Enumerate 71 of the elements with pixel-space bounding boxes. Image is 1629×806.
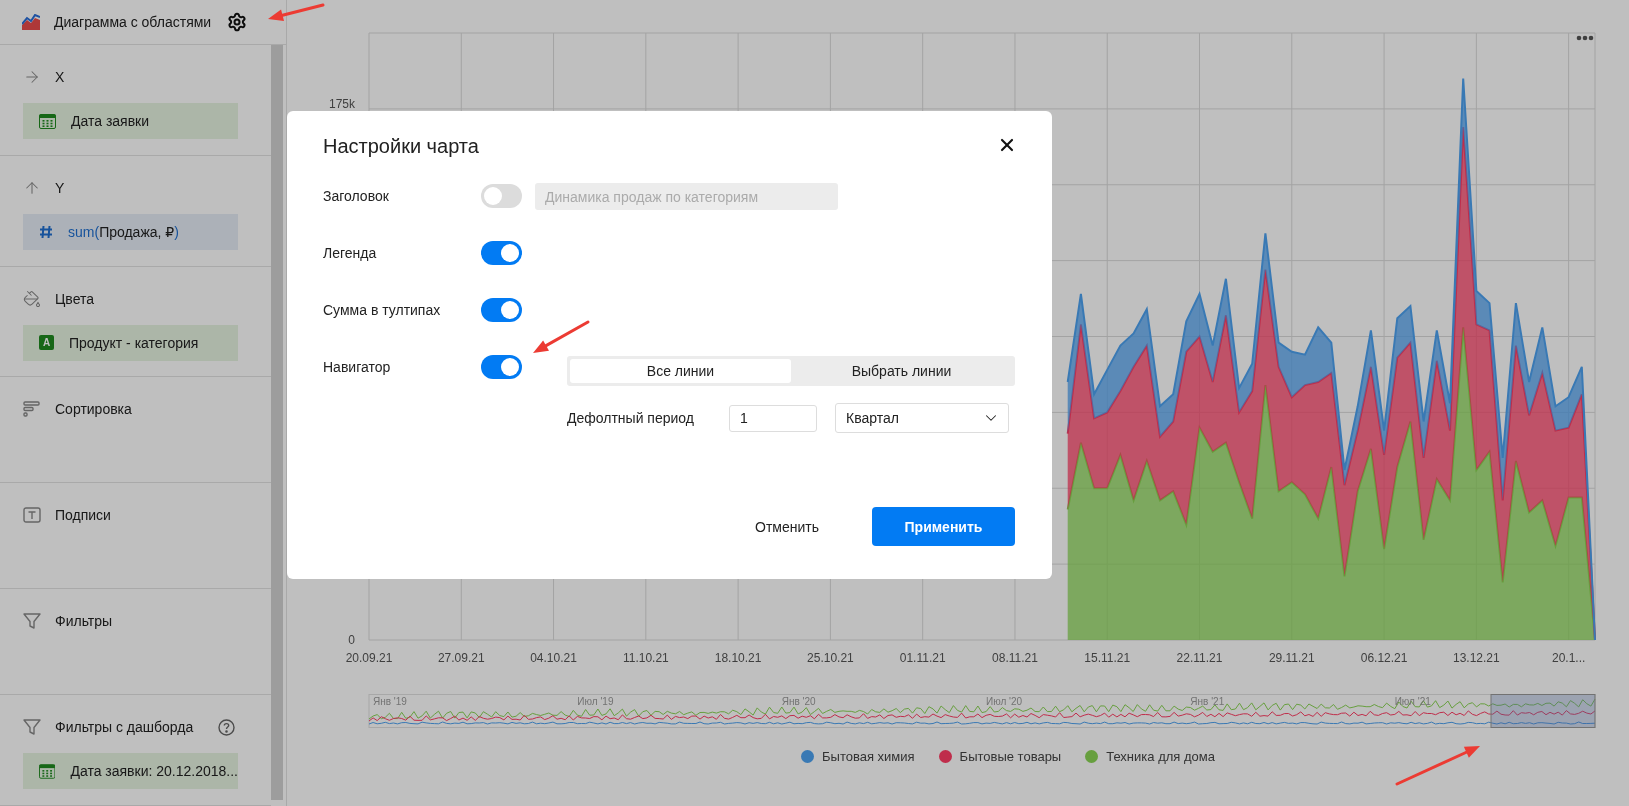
toggle-switch[interactable] [481,298,522,322]
toggle-switch[interactable] [481,241,522,265]
segment-tab[interactable]: Все линии [570,359,791,383]
field-chip[interactable]: sum(Продажа, ₽) [23,213,238,250]
setting-label: Сумма в тултипах [323,301,442,320]
x-axis-label: 22.11.21 [1176,651,1223,665]
scrollbar[interactable] [271,45,283,800]
legend-label: Техника для дома [1106,748,1215,764]
filter-icon [23,718,41,737]
dimension-badge: A [39,335,54,350]
x-axis-label: 11.10.21 [622,651,669,665]
period-field[interactable]: 1 [729,404,817,432]
x-axis-label: 27.09.21 [437,651,485,665]
legend-label: Бытовые товары [959,748,1062,764]
navigator-label: Янв '19 [373,696,407,707]
dialog-title: Настройки чарта [323,133,479,159]
text-icon [23,507,41,524]
x-axis-label: 01.11.21 [899,651,946,665]
period-select[interactable]: Квартал [835,403,1009,433]
setting-label: Заголовок [323,187,390,206]
section-label: Фильтры [55,613,114,630]
annotation-arrow [533,320,590,353]
section-label: Цвета [55,290,95,307]
navigator-drawing[interactable] [368,694,1596,728]
x-axis-label: 08.11.21 [992,651,1038,665]
section-label: Сортировка [55,401,133,418]
area-chart-icon [22,14,40,30]
more-icon[interactable] [1576,35,1594,41]
paint-bucket-icon [23,289,41,308]
x-axis-label: 13.12.21 [1453,651,1500,665]
filter-icon [23,612,41,631]
apply-button[interactable]: Применить [872,507,1015,546]
setting-label: Легенда [323,244,378,263]
field-chip[interactable]: Дата заявки: 20.12.2018... [23,753,238,790]
annotation-arrow [268,3,325,22]
x-axis-label: 20.1... [1551,651,1586,665]
help-icon[interactable] [218,718,235,736]
section-label: Y [55,179,66,196]
navigator-label: Янв '20 [781,696,816,707]
chart-type-title: Диаграмма с областями [54,14,212,30]
toggle-switch[interactable] [481,355,522,379]
section-label: X [55,69,66,85]
calendar-icon [39,113,56,129]
x-axis-label: 15.11.21 [1084,651,1131,665]
x-axis-label: 29.11.21 [1268,651,1315,665]
x-axis-label: 18.10.21 [714,651,762,665]
setting-label: Навигатор [323,358,392,377]
period-label: Дефолтный период [567,410,695,426]
x-axis-label: 06.12.21 [1360,651,1408,665]
section-label: Фильтры с дашборда [55,719,195,736]
field-chip[interactable]: Дата заявки [23,103,238,139]
toggle-switch[interactable] [481,184,522,208]
hash-icon [39,224,53,239]
x-axis-label: 04.10.21 [530,651,577,665]
cancel-button[interactable]: Отменить [737,507,837,546]
sort-icon [23,401,41,418]
calendar-icon [39,763,56,779]
legend-label: Бытовая химия [822,748,915,764]
x-axis-label: 20.09.21 [345,651,393,665]
y-axis-label: 0 [348,633,355,647]
field-chip[interactable]: A Продукт - категория [23,324,238,361]
navigator-label: Июл '19 [577,696,614,707]
y-axis-label: 175k [328,96,355,111]
section-label: Подписи [55,507,112,524]
navigator-label: Янв '21 [1190,696,1225,707]
navigator-label: Июл '20 [986,696,1023,707]
arrow-right-icon [23,68,41,86]
x-axis-label: 25.10.21 [807,651,854,665]
segment-tab[interactable]: Выбрать линии [791,359,1012,383]
settings-icon[interactable] [227,12,248,32]
navigator-label: Июл '21 [1394,696,1431,707]
